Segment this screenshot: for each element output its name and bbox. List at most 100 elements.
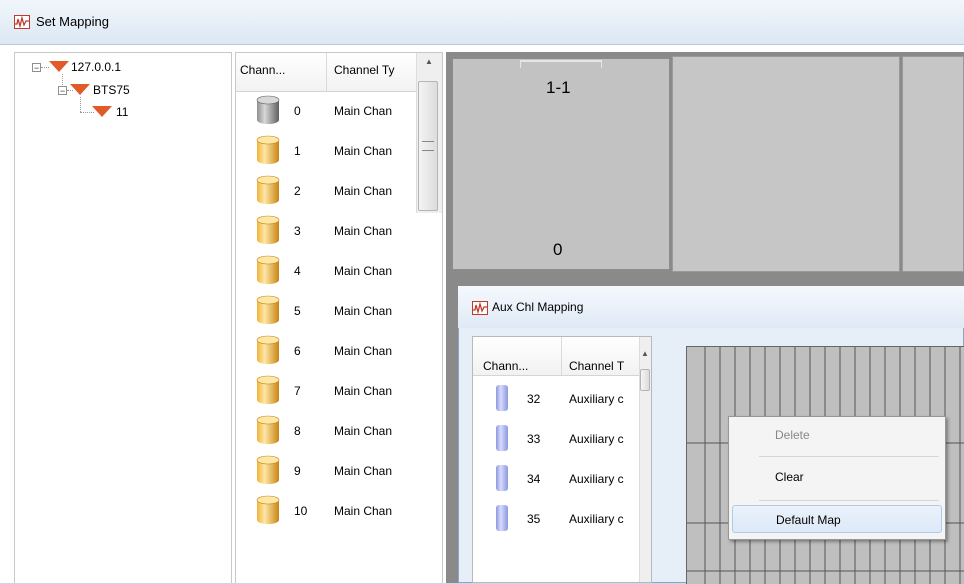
channel-active-cylinder-icon [256,335,280,365]
channel-active-cylinder-icon [256,255,280,285]
aux-channel-list: Chann... Channel T 32 Auxiliary c 33 Auxili… [472,336,652,583]
menu-item-default-map[interactable]: Default Map [732,505,942,533]
channel-active-cylinder-icon [256,375,280,405]
device-tree-panel [14,52,232,583]
channel-row[interactable]: 6 Main Chan [236,331,426,371]
device-triangle-icon [70,84,90,95]
channel-type: Main Chan [334,384,393,398]
tree-connector [41,67,49,68]
menu-item-clear[interactable]: Clear [729,463,945,491]
channel-number: 0 [294,104,301,118]
channel-number: 4 [294,264,301,278]
channel-active-cylinder-icon [256,135,280,165]
channel-type: Main Chan [334,184,393,198]
cell-title: 1-1 [546,78,571,97]
channel-active-cylinder-icon [256,175,280,205]
menu-separator [759,500,939,501]
tree-node-label[interactable]: 11 [116,105,128,119]
scroll-up-arrow-icon[interactable]: ▲ [639,349,651,358]
channel-type: Main Chan [334,144,393,158]
channel-row[interactable]: 10 Main Chan [236,491,426,531]
grid-cell[interactable] [902,56,964,272]
channel-row[interactable]: 9 Main Chan [236,451,426,491]
menu-item-delete[interactable]: Delete [729,421,945,449]
title-bar[interactable] [0,0,964,45]
tree-node-label[interactable]: BTS75 [93,83,130,97]
channel-number: 7 [294,384,301,398]
window-title: Set Mapping [36,14,109,29]
aux-channel-row[interactable]: 33 Auxiliary c [473,423,633,463]
channel-number: 5 [294,304,301,318]
channel-active-cylinder-icon [256,415,280,445]
channel-type: Main Chan [334,264,393,278]
channel-number: 10 [294,504,308,518]
column-header-channel[interactable]: Chann... [240,63,285,77]
aux-channel-cylinder-icon [495,423,509,453]
cell-tab-edge [520,60,602,68]
aux-channel-number: 32 [527,392,541,406]
channel-row[interactable]: 3 Main Chan [236,211,426,251]
context-menu: Delete Clear Default Map [728,416,946,540]
column-divider[interactable] [326,53,327,91]
channel-type: Main Chan [334,104,393,118]
channel-type: Main Chan [334,424,393,438]
channel-row[interactable]: 4 Main Chan [236,251,426,291]
channel-idle-cylinder-icon [256,95,280,125]
server-triangle-icon [49,61,69,72]
aux-channel-row[interactable]: 34 Auxiliary c [473,463,633,503]
channel-number: 8 [294,424,301,438]
column-header-channel-type[interactable]: Channel Ty [334,63,395,77]
channel-number: 1 [294,144,301,158]
waveform-app-icon [14,15,30,29]
scroll-thumb[interactable] [640,369,650,391]
channel-row[interactable]: 0 Main Chan [236,91,426,131]
channel-number: 9 [294,464,301,478]
menu-separator [759,456,939,457]
channel-number: 6 [294,344,301,358]
channel-number: 2 [294,184,301,198]
aux-channel-rows: 32 Auxiliary c 33 Auxiliary c 34 Auxiliary c3… [473,375,643,582]
channel-active-cylinder-icon [256,295,280,325]
waveform-app-icon [472,301,488,315]
channel-active-cylinder-icon [256,495,280,525]
channel-row[interactable]: 2 Main Chan [236,171,426,211]
aux-channel-cylinder-icon [495,383,509,413]
aux-channel-row[interactable]: 32 Auxiliary c [473,383,633,423]
scroll-grip-icon [422,141,434,151]
aux-channel-number: 34 [527,472,541,486]
cell-value: 0 [553,240,563,259]
channel-row[interactable]: 1 Main Chan [236,131,426,171]
grid-cell[interactable] [672,56,900,272]
aux-channel-cylinder-icon [495,463,509,493]
menu-label: Clear [775,470,804,484]
aux-channel-row[interactable]: 35 Auxiliary c [473,503,633,543]
collapse-toggle-icon[interactable]: − [58,86,67,96]
aux-channel-number: 35 [527,512,541,526]
channel-type: Main Chan [334,464,393,478]
channel-rows: 0 Main Chan 1 Main Chan 2 Main Chan 3 Main Chan… [236,91,426,583]
aux-channel-type: Auxiliary c [569,512,624,526]
channel-row[interactable]: 5 Main Chan [236,291,426,331]
column-header-channel[interactable]: Chann... [483,359,528,373]
collapse-toggle-icon[interactable]: − [32,63,41,73]
set-mapping-window: Set Mapping − 127.0.0.1 − BTS75 11 Chann… [0,0,964,584]
aux-dialog-title: Aux Chl Mapping [492,300,584,314]
channel-active-cylinder-icon [256,455,280,485]
channel-type: Main Chan [334,304,393,318]
channel-list: Chann... Channel Ty 0 Main Chan 1 Main Chan… [235,52,443,583]
scroll-up-arrow-icon[interactable]: ▲ [419,57,439,66]
channel-row[interactable]: 7 Main Chan [236,371,426,411]
column-divider[interactable] [561,337,562,375]
channel-number: 3 [294,224,301,238]
channel-type: Main Chan [334,504,393,518]
aux-channel-type: Auxiliary c [569,472,624,486]
aux-channel-number: 33 [527,432,541,446]
channel-type: Main Chan [334,344,393,358]
channel-row[interactable]: 8 Main Chan [236,411,426,451]
aux-channel-type: Auxiliary c [569,392,624,406]
menu-label: Default Map [776,513,841,527]
menu-label: Delete [775,428,810,442]
column-header-channel-type[interactable]: Channel T [569,359,624,373]
tree-node-label[interactable]: 127.0.0.1 [71,60,121,74]
tree-connector [80,97,81,112]
